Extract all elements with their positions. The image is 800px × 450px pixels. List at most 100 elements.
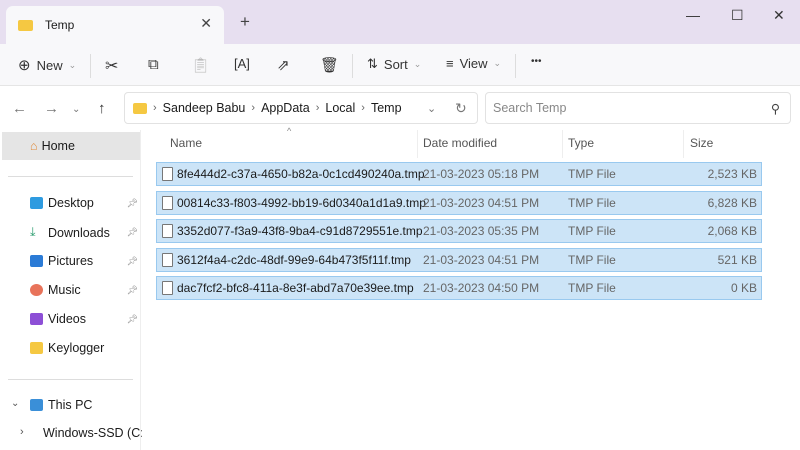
recent-locations-button[interactable]: ⌄	[72, 104, 80, 115]
file-name: dac7fcf2-bfc8-411a-8e3f-abd7a70e39ee.tmp	[177, 281, 414, 295]
scissors-icon: ✂	[105, 58, 119, 75]
address-bar[interactable]: › Sandeep Babu › AppData › Local › Temp ⌄ ↻	[124, 92, 478, 124]
minimize-button[interactable]: —	[686, 7, 700, 23]
column-header-type[interactable]: Type	[568, 136, 594, 150]
sidebar-item-label: Windows-SSD (C:)	[43, 426, 142, 440]
forward-button[interactable]: →	[44, 100, 59, 117]
maximize-button[interactable]: ☐	[731, 7, 744, 24]
videos-icon	[30, 313, 43, 325]
sidebar-item-this-pc[interactable]: This PC	[30, 398, 140, 412]
pin-icon[interactable]: 📌︎	[127, 198, 138, 209]
file-type: TMP File	[568, 252, 616, 267]
file-row[interactable]: 3352d077-f3a9-43f8-9ba4-c91d8729551e.tmp…	[156, 219, 762, 243]
rename-icon: [A]	[234, 56, 250, 71]
new-tab-button[interactable]: +	[240, 12, 250, 32]
file-name: 3612f4a4-c2dc-48df-99e9-64b473f5f11f.tmp	[177, 252, 411, 267]
search-input[interactable]	[493, 101, 763, 115]
tab-title: Temp	[45, 18, 75, 32]
up-button[interactable]: ↑	[98, 100, 106, 117]
sidebar-item-label: Music	[48, 283, 81, 297]
sidebar-item-downloads[interactable]: ⤓ Downloads 📌︎	[30, 225, 140, 240]
file-size: 0 KB	[730, 281, 757, 295]
sidebar-item-home[interactable]: ⌂ Home	[2, 132, 140, 160]
sidebar-item-keylogger[interactable]: Keylogger	[30, 341, 140, 355]
expand-chevron-icon[interactable]: ⌄	[11, 398, 19, 409]
trash-icon: 🗑︎	[320, 57, 340, 74]
file-name: 00814c33-f803-4992-bb19-6d0340a1d1a9.tmp	[177, 195, 426, 210]
music-icon	[30, 284, 43, 296]
delete-button[interactable]: 🗑︎	[320, 56, 339, 74]
new-button[interactable]: ⊕ New ⌄	[18, 56, 76, 74]
breadcrumb-item[interactable]: Sandeep Babu	[163, 101, 246, 115]
sidebar-item-drive-c[interactable]: Windows-SSD (C:)	[38, 426, 142, 440]
sort-label: Sort	[383, 56, 408, 72]
column-header-size[interactable]: Size	[690, 136, 713, 150]
title-bar: Temp ✕ + — ☐ ✕	[0, 0, 800, 44]
pin-icon[interactable]: 📌︎	[127, 285, 138, 296]
file-type: TMP File	[568, 167, 616, 181]
sidebar-item-music[interactable]: Music 📌︎	[30, 283, 140, 297]
sidebar-item-label: Desktop	[48, 196, 94, 210]
home-icon: ⌂	[30, 139, 38, 153]
folder-icon	[30, 342, 43, 354]
sidebar-item-pictures[interactable]: Pictures 📌︎	[30, 254, 140, 268]
breadcrumb-item[interactable]: Local	[325, 101, 355, 115]
search-icon: ⚲	[770, 101, 780, 116]
sidebar-item-desktop[interactable]: Desktop 📌︎	[30, 196, 140, 210]
sidebar-item-label: Videos	[48, 312, 86, 326]
more-options-button[interactable]: •••	[531, 56, 542, 67]
file-row[interactable]: dac7fcf2-bfc8-411a-8e3f-abd7a70e39ee.tmp…	[156, 276, 762, 300]
file-size: 2,068 KB	[707, 224, 757, 238]
clipboard-icon: 📋︎	[191, 57, 211, 74]
column-header-date[interactable]: Date modified	[423, 136, 497, 150]
file-row[interactable]: 3612f4a4-c2dc-48df-99e9-64b473f5f11f.tmp…	[156, 247, 762, 272]
file-size: 6,828 KB	[707, 195, 757, 210]
folder-icon	[133, 102, 147, 114]
close-tab-icon[interactable]: ✕	[200, 15, 212, 32]
sort-icon: ⇅	[367, 56, 378, 71]
file-row[interactable]: 00814c33-f803-4992-bb19-6d0340a1d1a9.tmp…	[156, 190, 762, 215]
copy-icon: ⧉	[148, 56, 159, 73]
sort-button[interactable]: ⇅ Sort ⌄	[367, 56, 421, 72]
file-row[interactable]: 8fe444d2-c37a-4650-b82a-0c1cd490240a.tmp…	[156, 162, 762, 186]
back-button[interactable]: ←	[12, 100, 27, 117]
file-type: TMP File	[568, 195, 616, 210]
search-box[interactable]: ⚲	[485, 92, 791, 124]
tab-temp[interactable]: Temp ✕	[6, 6, 224, 44]
paste-button[interactable]: 📋︎	[191, 56, 210, 74]
close-window-button[interactable]: ✕	[773, 7, 785, 24]
share-button[interactable]: ⇗	[277, 56, 290, 74]
folder-icon	[18, 19, 33, 31]
address-dropdown-icon[interactable]: ⌄	[427, 102, 436, 115]
cut-button[interactable]: ✂	[105, 56, 118, 76]
view-button[interactable]: ≡ View ⌄	[446, 56, 501, 71]
share-icon: ⇗	[277, 57, 290, 74]
collapse-chevron-icon[interactable]: ›	[20, 426, 24, 438]
column-header-name[interactable]: Name	[170, 136, 202, 150]
navigation-pane: ⌂ Home Desktop 📌︎ ⤓ Downloads 📌︎ Pictures 📌︎ …	[0, 130, 142, 450]
breadcrumb-item[interactable]: Temp	[371, 101, 402, 115]
pin-icon[interactable]: 📌︎	[127, 314, 138, 325]
breadcrumb-item[interactable]: AppData	[261, 101, 310, 115]
file-icon	[162, 167, 173, 181]
sidebar-item-videos[interactable]: Videos 📌︎	[30, 312, 140, 326]
pictures-icon	[30, 255, 43, 267]
file-icon	[162, 224, 173, 238]
sort-ascending-icon: ^	[287, 126, 292, 136]
file-date: 21-03-2023 04:51 PM	[423, 195, 540, 210]
copy-button[interactable]: ⧉	[148, 56, 159, 73]
refresh-icon[interactable]: ↻	[455, 100, 467, 117]
file-icon	[162, 252, 173, 267]
desktop-icon	[30, 197, 43, 209]
rename-button[interactable]: [A]	[234, 56, 250, 71]
file-date: 21-03-2023 05:35 PM	[423, 224, 540, 238]
file-date: 21-03-2023 05:18 PM	[423, 167, 540, 181]
sidebar-item-label: This PC	[48, 398, 93, 412]
file-type: TMP File	[568, 281, 616, 295]
new-label: New	[36, 57, 63, 73]
file-date: 21-03-2023 04:51 PM	[423, 252, 540, 267]
pin-icon[interactable]: 📌︎	[127, 256, 138, 267]
download-icon: ⤓	[30, 225, 36, 239]
view-label: View	[459, 56, 488, 71]
pin-icon[interactable]: 📌︎	[127, 227, 138, 238]
